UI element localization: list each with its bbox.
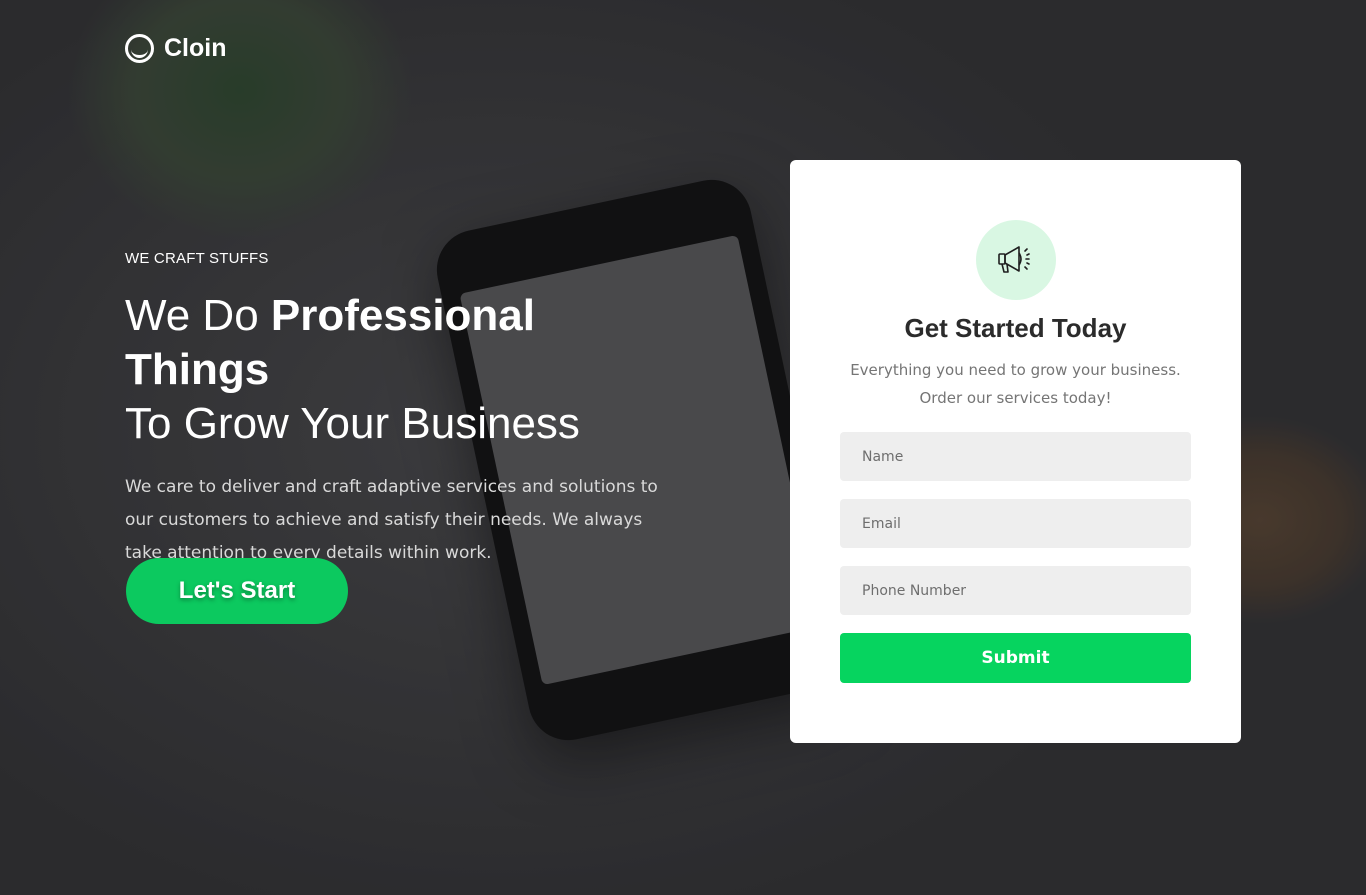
name-field[interactable] [840,432,1191,481]
headline-light-1: We Do [125,291,271,340]
email-field[interactable] [840,499,1191,548]
headline-light-2: To Grow Your Business [125,399,580,448]
card-subtitle: Everything you need to grow your busines… [830,356,1201,412]
submit-button[interactable]: Submit [840,633,1191,683]
phone-number-field[interactable] [840,566,1191,615]
card-title: Get Started Today [904,313,1127,343]
megaphone-icon-badge [976,220,1056,300]
card-subtitle-line-2: Order our services today! [919,389,1112,407]
brand-logo[interactable]: Cloin [125,34,227,63]
cloin-logo-icon [125,34,154,63]
hero-headline: We Do Professional Things To Grow Your B… [125,289,685,451]
hero-description: We care to deliver and craft adaptive se… [125,477,658,563]
card-subtitle-line-1: Everything you need to grow your busines… [850,361,1181,379]
hero-section: WE CRAFT STUFFS We Do Professional Thing… [125,250,685,570]
signup-card: Get Started Today Everything you need to… [790,160,1241,743]
brand-name: Cloin [164,34,227,62]
lets-start-button[interactable]: Let's Start [126,558,348,624]
megaphone-icon [998,246,1030,273]
hero-eyebrow: WE CRAFT STUFFS [125,250,269,267]
